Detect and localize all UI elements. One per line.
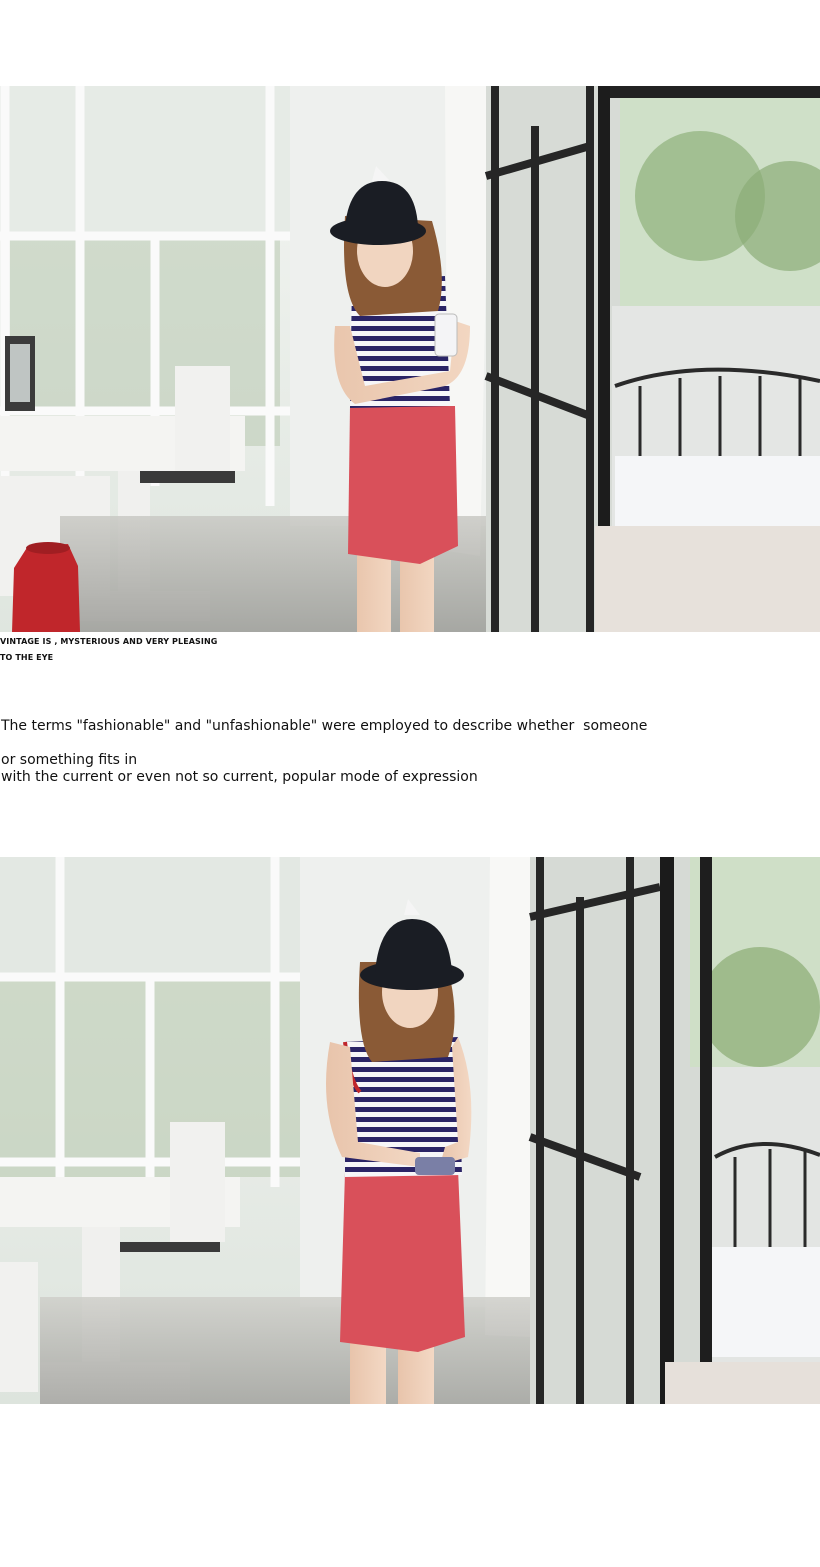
description-line-1: The terms "fashionable" and "unfashionab…	[1, 718, 648, 734]
product-photo-1	[0, 86, 820, 632]
caption-line-2: TO THE EYE	[0, 653, 54, 662]
photo-caption: VINTAGE IS , MYSTERIOUS AND VERY PLEASIN…	[0, 634, 260, 666]
description-line-3: with the current or even not so current,…	[1, 769, 478, 785]
caption-line-1: VINTAGE IS , MYSTERIOUS AND VERY PLEASIN…	[0, 637, 218, 646]
product-photo-2	[0, 857, 820, 1404]
description-line-2: or something fits in	[1, 752, 138, 768]
